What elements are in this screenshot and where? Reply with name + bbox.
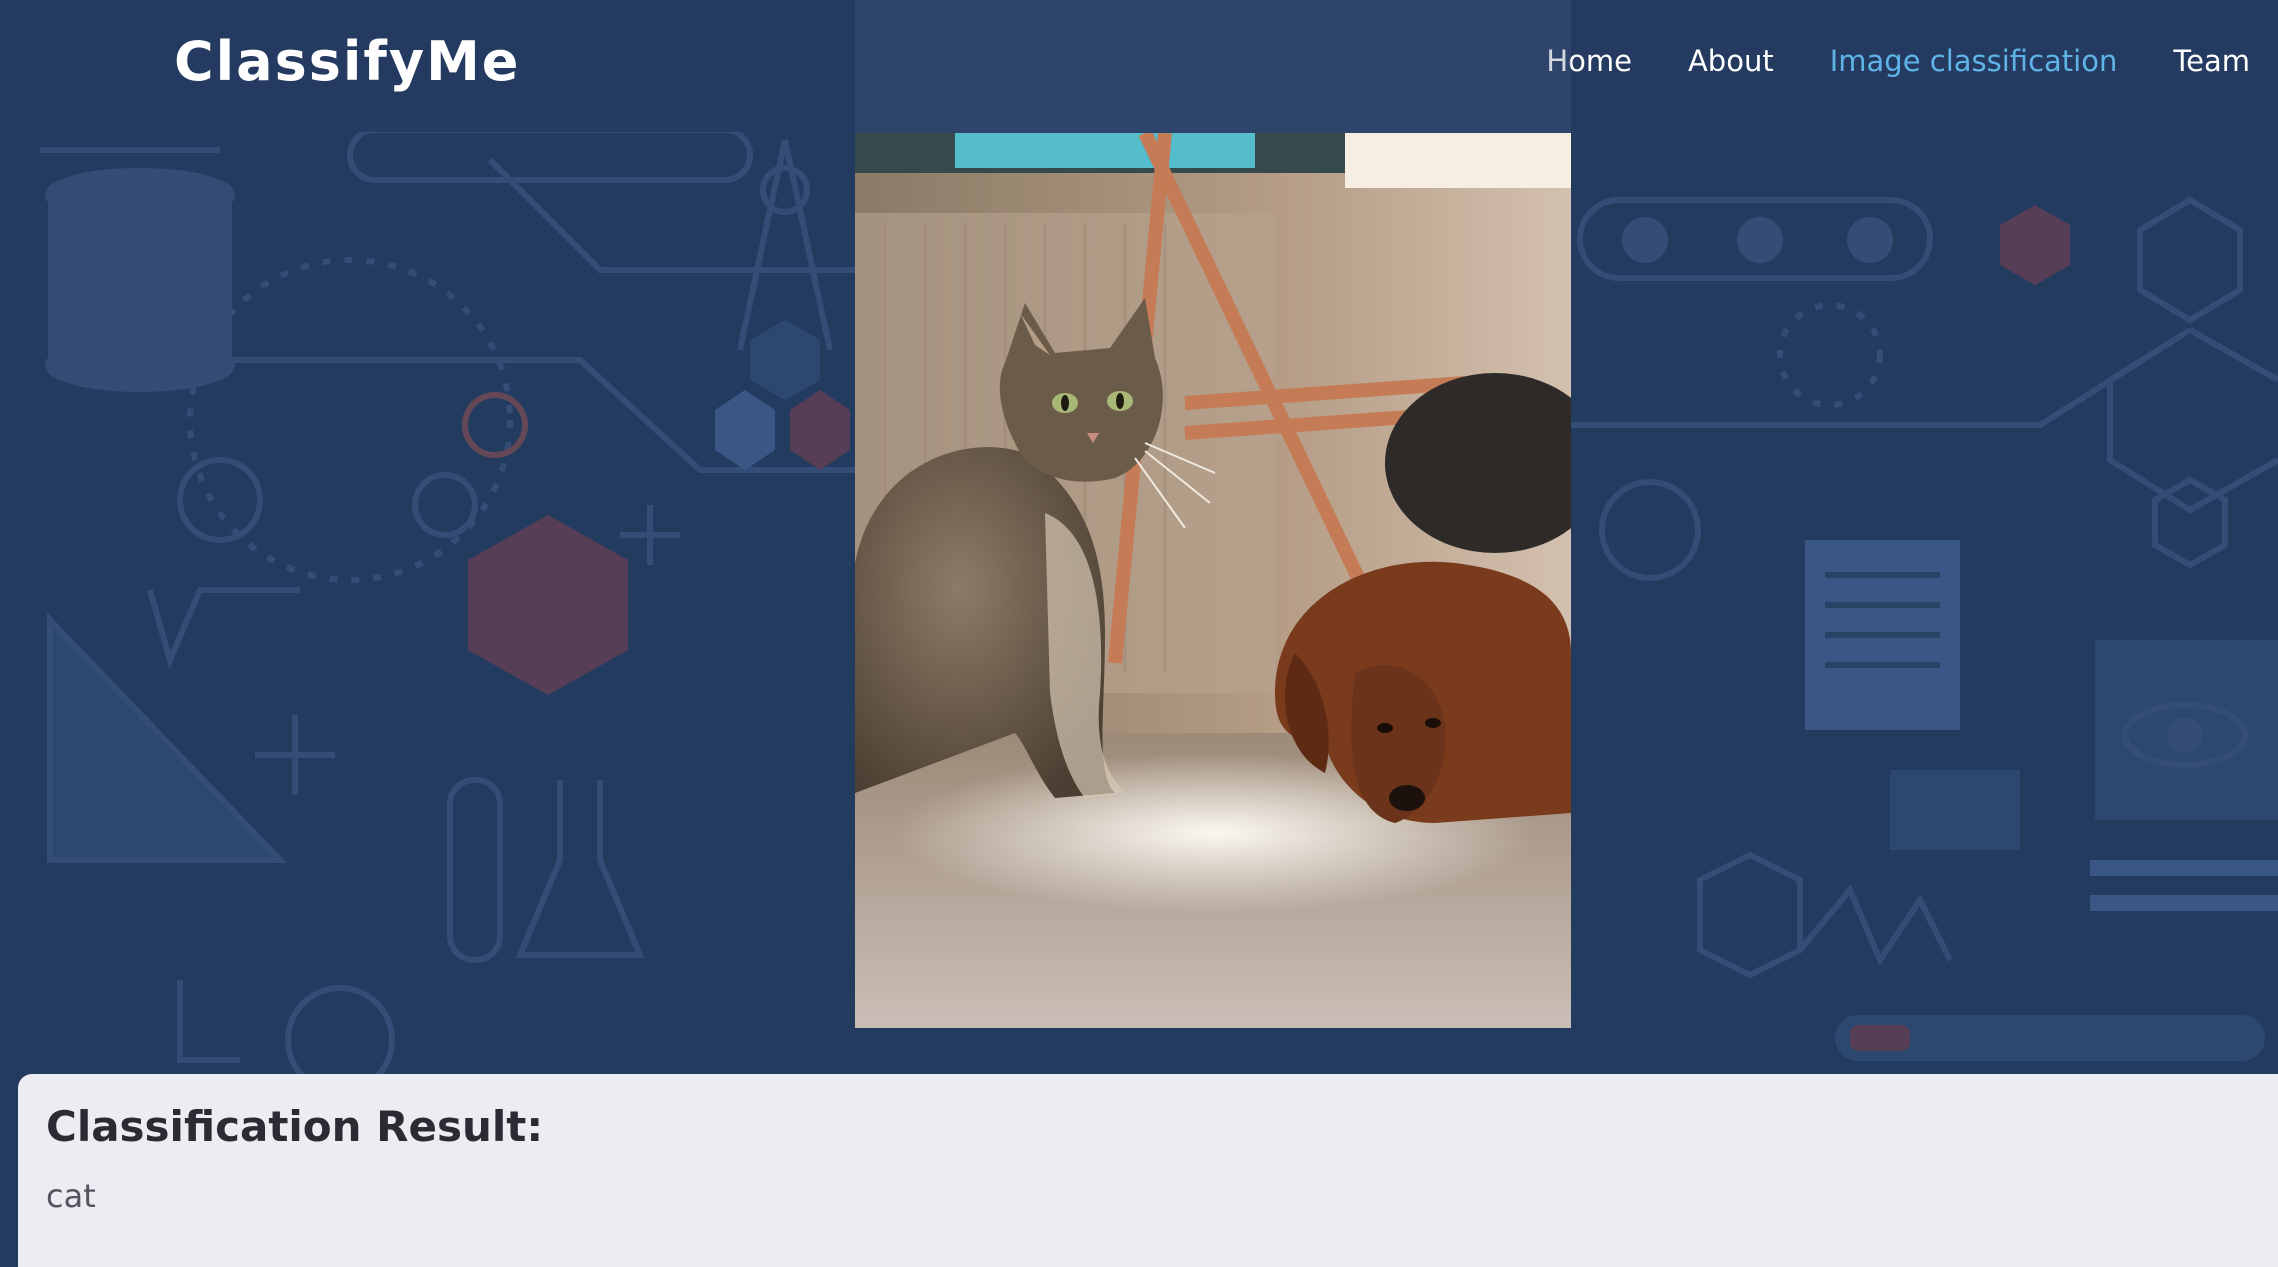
nav-link-image-classification[interactable]: Image classification (1830, 44, 2118, 78)
classification-result-card: Classification Result: cat (18, 1074, 2278, 1267)
nav-link-about[interactable]: About (1688, 44, 1774, 78)
result-value: cat (46, 1177, 96, 1215)
result-title: Classification Result: (46, 1102, 544, 1151)
brand-logo[interactable]: ClassifyMe (174, 30, 520, 93)
nav-links: Home About Image classification Team (1546, 44, 2250, 78)
nav-link-team[interactable]: Team (2173, 44, 2250, 78)
classified-image (855, 133, 1571, 1028)
nav-photo-backdrop (855, 0, 1571, 133)
cat-and-dog-photo (855, 133, 1571, 1028)
